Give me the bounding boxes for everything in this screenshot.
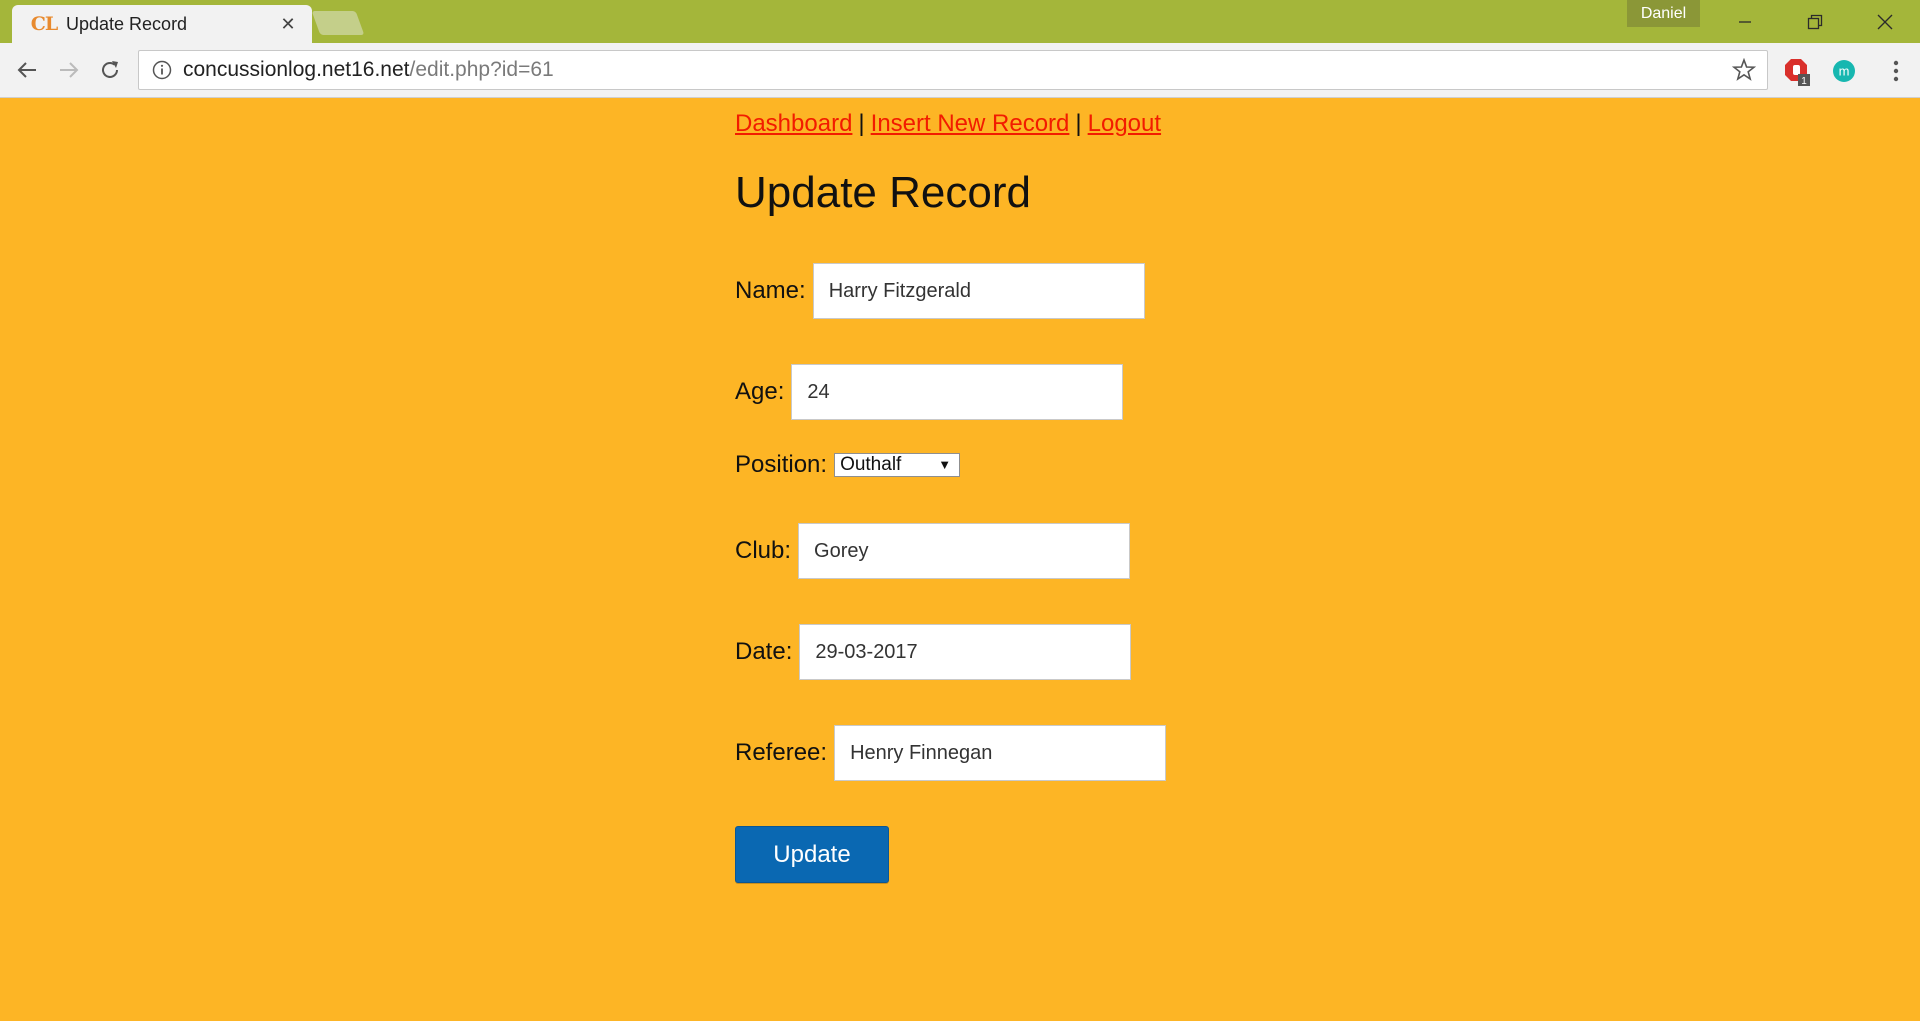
- tab-title: Update Record: [66, 13, 188, 34]
- name-input[interactable]: [812, 263, 1145, 319]
- position-selected-value: Outhalf: [840, 454, 902, 475]
- name-field: Name:: [735, 263, 1145, 319]
- logout-link[interactable]: Logout: [1088, 110, 1161, 137]
- age-field: Age:: [735, 364, 1124, 420]
- referee-input[interactable]: [834, 725, 1167, 781]
- extension-badge-count: 1: [1801, 76, 1807, 86]
- age-input[interactable]: [791, 364, 1124, 420]
- date-field: Date:: [735, 624, 1132, 680]
- top-nav: Dashboard | Insert New Record | Logout: [735, 110, 1161, 138]
- position-field: Position: Outhalf ▼: [735, 451, 961, 479]
- restore-icon[interactable]: [1780, 0, 1850, 43]
- url-text: concussionlog.net16.net/edit.php?id=61: [183, 58, 1729, 82]
- date-label: Date:: [735, 638, 793, 665]
- date-input[interactable]: [799, 624, 1132, 680]
- m-extension-icon[interactable]: m: [1828, 55, 1860, 87]
- back-arrow-icon[interactable]: [10, 53, 44, 87]
- close-window-icon[interactable]: [1850, 0, 1920, 43]
- position-label: Position:: [735, 451, 828, 478]
- browser-tab[interactable]: CL Update Record ✕: [12, 5, 312, 43]
- m-extension-letter: m: [1839, 64, 1850, 79]
- update-button[interactable]: Update: [735, 826, 889, 883]
- minimize-icon[interactable]: [1710, 0, 1780, 43]
- profile-name[interactable]: Daniel: [1627, 0, 1700, 27]
- referee-field: Referee:: [735, 725, 1167, 781]
- referee-label: Referee:: [735, 739, 828, 766]
- adblock-extension-icon[interactable]: 1: [1781, 55, 1813, 87]
- position-select[interactable]: Outhalf ▼: [834, 453, 961, 477]
- favicon-icon: CL: [30, 13, 58, 35]
- page-body: Dashboard | Insert New Record | Logout Updat…: [0, 98, 1920, 1021]
- nav-separator: |: [1075, 110, 1082, 137]
- info-icon[interactable]: [151, 59, 173, 81]
- club-field: Club:: [735, 523, 1131, 579]
- url-path: /edit.php?id=61: [409, 58, 554, 81]
- browser-menu-icon[interactable]: [1880, 55, 1912, 87]
- url-host: concussionlog.net16.net: [183, 58, 410, 81]
- name-label: Name:: [735, 277, 806, 304]
- club-input[interactable]: [798, 523, 1131, 579]
- dropdown-arrow-icon: ▼: [938, 457, 952, 472]
- bookmark-star-icon[interactable]: [1729, 55, 1759, 85]
- club-label: Club:: [735, 537, 792, 564]
- address-bar[interactable]: concussionlog.net16.net/edit.php?id=61: [138, 50, 1768, 90]
- insert-new-record-link[interactable]: Insert New Record: [871, 110, 1070, 137]
- browser-titlebar: CL Update Record ✕ Daniel: [0, 0, 1920, 43]
- forward-arrow-icon[interactable]: [52, 53, 86, 87]
- reload-icon[interactable]: [93, 53, 127, 87]
- new-tab-button[interactable]: [311, 11, 365, 35]
- browser-toolbar: concussionlog.net16.net/edit.php?id=61 1…: [0, 43, 1920, 98]
- page-title: Update Record: [735, 168, 1031, 217]
- age-label: Age:: [735, 378, 785, 405]
- dashboard-link[interactable]: Dashboard: [735, 110, 852, 137]
- close-tab-icon[interactable]: ✕: [278, 14, 298, 35]
- nav-separator: |: [858, 110, 865, 137]
